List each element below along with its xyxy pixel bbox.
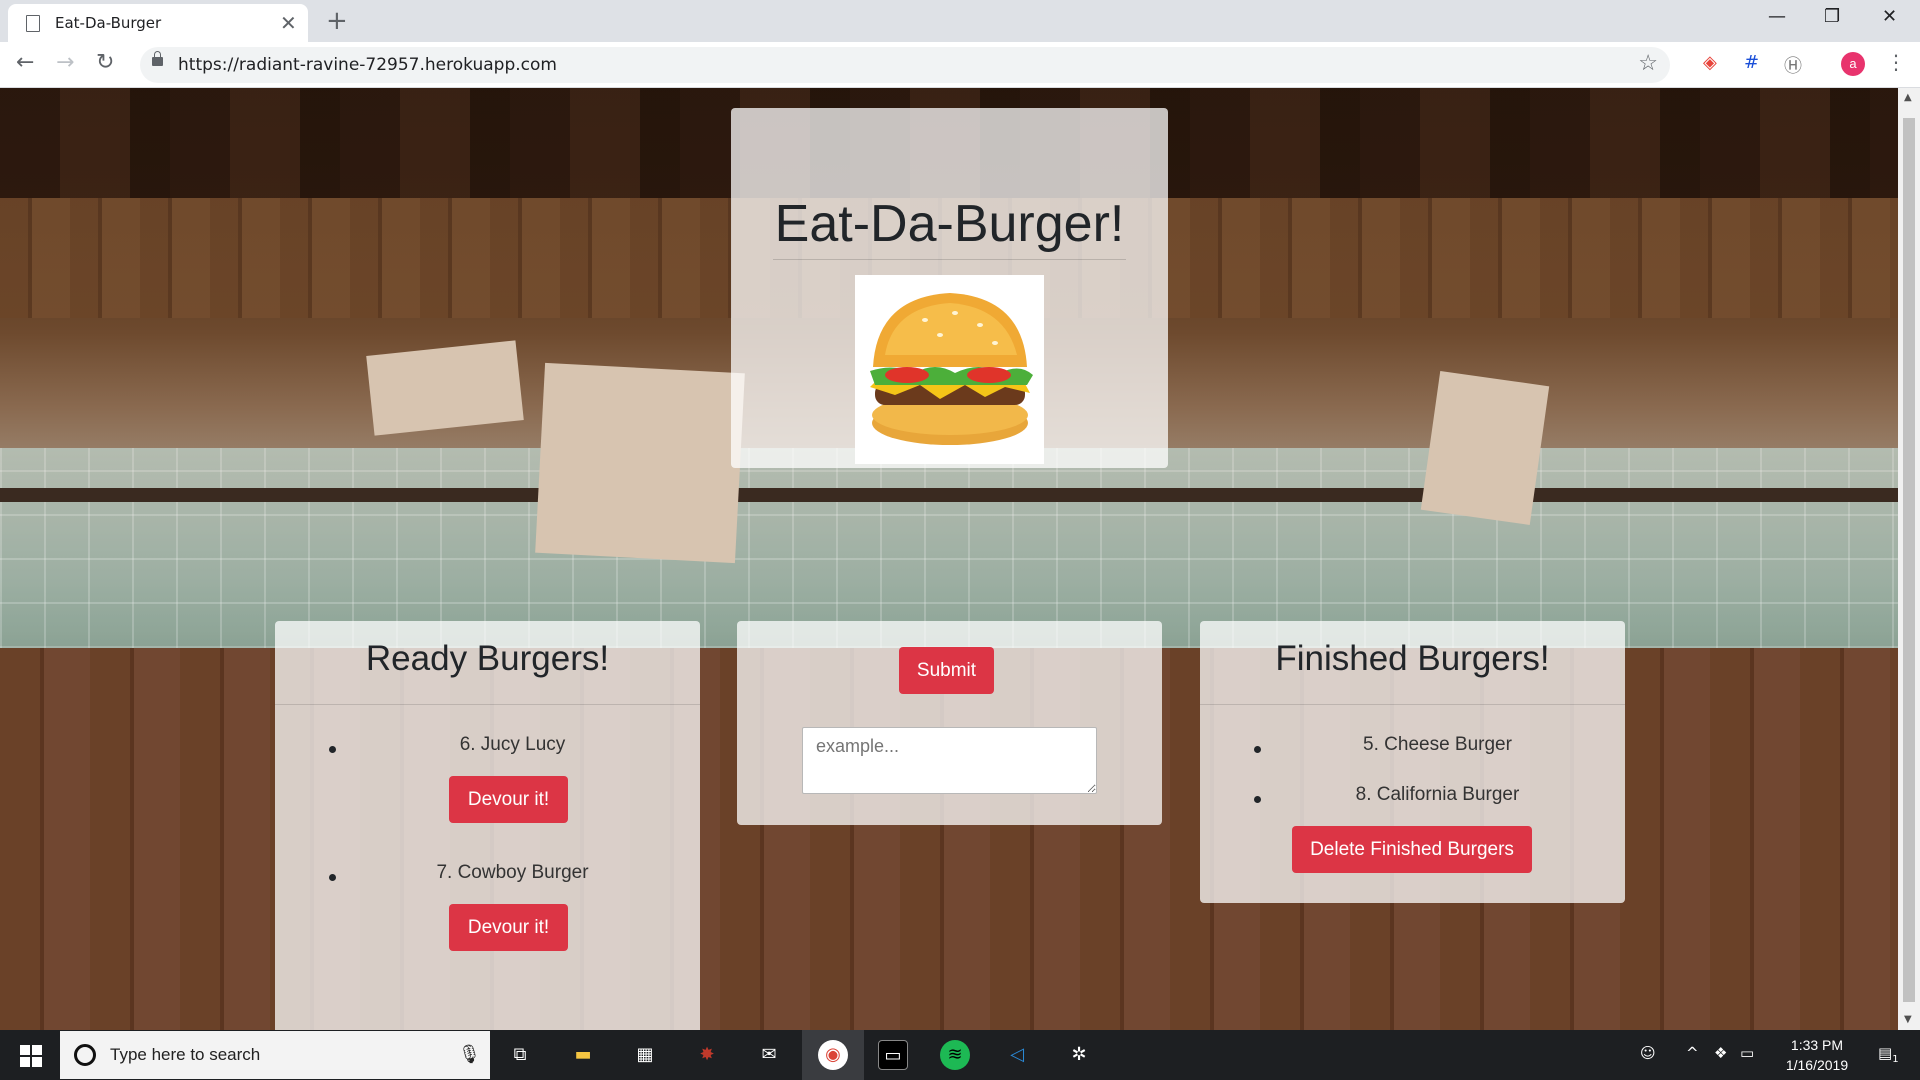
lock-icon bbox=[152, 51, 163, 66]
submit-button[interactable]: Submit bbox=[899, 647, 994, 694]
reload-icon[interactable]: ↻ bbox=[96, 50, 114, 75]
burger-name: 6. Jucy Lucy bbox=[459, 734, 566, 755]
list-item: 6. Jucy Lucy bbox=[275, 734, 700, 764]
scroll-down-icon[interactable]: ▼ bbox=[1904, 1014, 1912, 1025]
bookmark-star-icon[interactable]: ☆ bbox=[1638, 50, 1658, 76]
list-item: 5. Cheese Burger bbox=[1200, 734, 1625, 764]
list-item: 7. Cowboy Burger bbox=[275, 862, 700, 892]
notification-count: 1 bbox=[1892, 1054, 1899, 1065]
card-divider bbox=[1200, 704, 1625, 705]
list-item: 8. California Burger bbox=[1200, 784, 1625, 814]
extension-h-icon[interactable]: Ⓗ bbox=[1784, 52, 1802, 78]
file-explorer-icon[interactable]: ▬ bbox=[568, 1040, 598, 1070]
forward-icon[interactable]: → bbox=[56, 50, 74, 75]
cortana-icon bbox=[74, 1044, 96, 1066]
close-window-button[interactable]: ✕ bbox=[1882, 6, 1897, 27]
background-sign bbox=[1420, 371, 1550, 525]
vscode-icon[interactable]: ◁ bbox=[1002, 1040, 1032, 1070]
finished-burgers-heading: Finished Burgers! bbox=[1275, 639, 1550, 678]
dropbox-icon[interactable]: ❖ bbox=[1714, 1044, 1727, 1062]
page-icon bbox=[26, 15, 40, 32]
page-title: Eat-Da-Burger! bbox=[774, 195, 1125, 253]
card-divider bbox=[275, 704, 700, 705]
taskbar-clock[interactable]: 1:33 PM 1/16/2019 bbox=[1767, 1035, 1867, 1075]
windows-taskbar: Type here to search 🎙 ⧉ ▬ ▦ ✸ ✉ ◉ ▭ ≋ ◁ … bbox=[0, 1030, 1920, 1080]
background-sign bbox=[366, 340, 524, 436]
background-shelf bbox=[0, 488, 1898, 502]
store-icon[interactable]: ▦ bbox=[630, 1040, 660, 1070]
notifications-icon[interactable]: ▤1 bbox=[1878, 1044, 1899, 1065]
spotify-icon[interactable]: ≋ bbox=[940, 1040, 970, 1070]
clock-time: 1:33 PM bbox=[1790, 1037, 1844, 1053]
add-burger-form: Submit bbox=[737, 621, 1162, 825]
devour-button[interactable]: Devour it! bbox=[449, 904, 568, 951]
profile-avatar[interactable]: a bbox=[1841, 52, 1865, 76]
back-icon[interactable]: ← bbox=[16, 50, 34, 75]
clock-date: 1/16/2019 bbox=[1785, 1057, 1849, 1073]
burger-name: 8. California Burger bbox=[1355, 784, 1520, 805]
address-bar[interactable]: https://radiant-ravine-72957.herokuapp.c… bbox=[140, 47, 1670, 83]
settings-gear-icon[interactable]: ✲ bbox=[1064, 1040, 1094, 1070]
menu-kebab-icon[interactable]: ⋮ bbox=[1886, 50, 1906, 74]
extension-cast-icon[interactable]: ◈ bbox=[1703, 52, 1717, 73]
burger-name-input[interactable] bbox=[802, 727, 1097, 794]
extension-grid-icon[interactable]: # bbox=[1744, 52, 1759, 73]
browser-tab[interactable]: Eat-Da-Burger ✕ bbox=[8, 4, 308, 42]
taskbar-search-placeholder: Type here to search bbox=[110, 1045, 261, 1064]
microphone-icon[interactable]: 🎙 bbox=[458, 1044, 481, 1065]
scroll-thumb[interactable] bbox=[1903, 118, 1915, 1002]
burger-image bbox=[855, 275, 1044, 464]
terminal-icon[interactable]: ▭ bbox=[878, 1040, 908, 1070]
people-icon[interactable]: ☺ bbox=[1640, 1044, 1656, 1062]
burger-name: 7. Cowboy Burger bbox=[436, 862, 589, 883]
header-jumbotron: Eat-Da-Burger! bbox=[731, 108, 1168, 468]
ready-burgers-heading: Ready Burgers! bbox=[365, 639, 610, 678]
browser-tabstrip: Eat-Da-Burger ✕ + — ❐ ✕ bbox=[0, 0, 1920, 42]
devour-button[interactable]: Devour it! bbox=[449, 776, 568, 823]
page-viewport: Eat-Da-Burger! Ready Burgers! 6. Jucy Lu… bbox=[0, 88, 1898, 1030]
background-tiles bbox=[0, 448, 1898, 648]
delete-finished-button[interactable]: Delete Finished Burgers bbox=[1292, 826, 1532, 873]
background-sign bbox=[535, 362, 745, 564]
finished-burgers-card: Finished Burgers! 5. Cheese Burger 8. Ca… bbox=[1200, 621, 1625, 903]
scroll-up-icon[interactable]: ▲ bbox=[1904, 92, 1912, 103]
taskbar-search[interactable]: Type here to search 🎙 bbox=[60, 1031, 490, 1079]
new-tab-button[interactable]: + bbox=[326, 6, 348, 36]
tab-title: Eat-Da-Burger bbox=[55, 14, 162, 32]
game-app-icon[interactable]: ✸ bbox=[692, 1040, 722, 1070]
browser-toolbar: ← → ↻ https://radiant-ravine-72957.herok… bbox=[0, 42, 1920, 88]
windows-start-icon[interactable] bbox=[20, 1045, 42, 1067]
mail-icon[interactable]: ✉ bbox=[754, 1040, 784, 1070]
title-divider bbox=[773, 259, 1126, 260]
battery-icon[interactable]: ▭ bbox=[1740, 1044, 1754, 1062]
burger-name: 5. Cheese Burger bbox=[1363, 734, 1512, 755]
maximize-button[interactable]: ❐ bbox=[1824, 6, 1840, 27]
chrome-icon[interactable]: ◉ bbox=[818, 1040, 848, 1070]
page-scrollbar[interactable]: ▲ ▼ bbox=[1898, 88, 1920, 1030]
task-view-icon[interactable]: ⧉ bbox=[505, 1040, 535, 1070]
burger-icon bbox=[870, 293, 1033, 445]
close-tab-icon[interactable]: ✕ bbox=[280, 11, 297, 35]
show-hidden-icons-icon[interactable]: ^ bbox=[1686, 1044, 1699, 1062]
minimize-button[interactable]: — bbox=[1768, 6, 1786, 27]
ready-burgers-card: Ready Burgers! 6. Jucy Lucy Devour it! 7… bbox=[275, 621, 700, 1030]
url-text[interactable]: https://radiant-ravine-72957.herokuapp.c… bbox=[178, 55, 557, 75]
